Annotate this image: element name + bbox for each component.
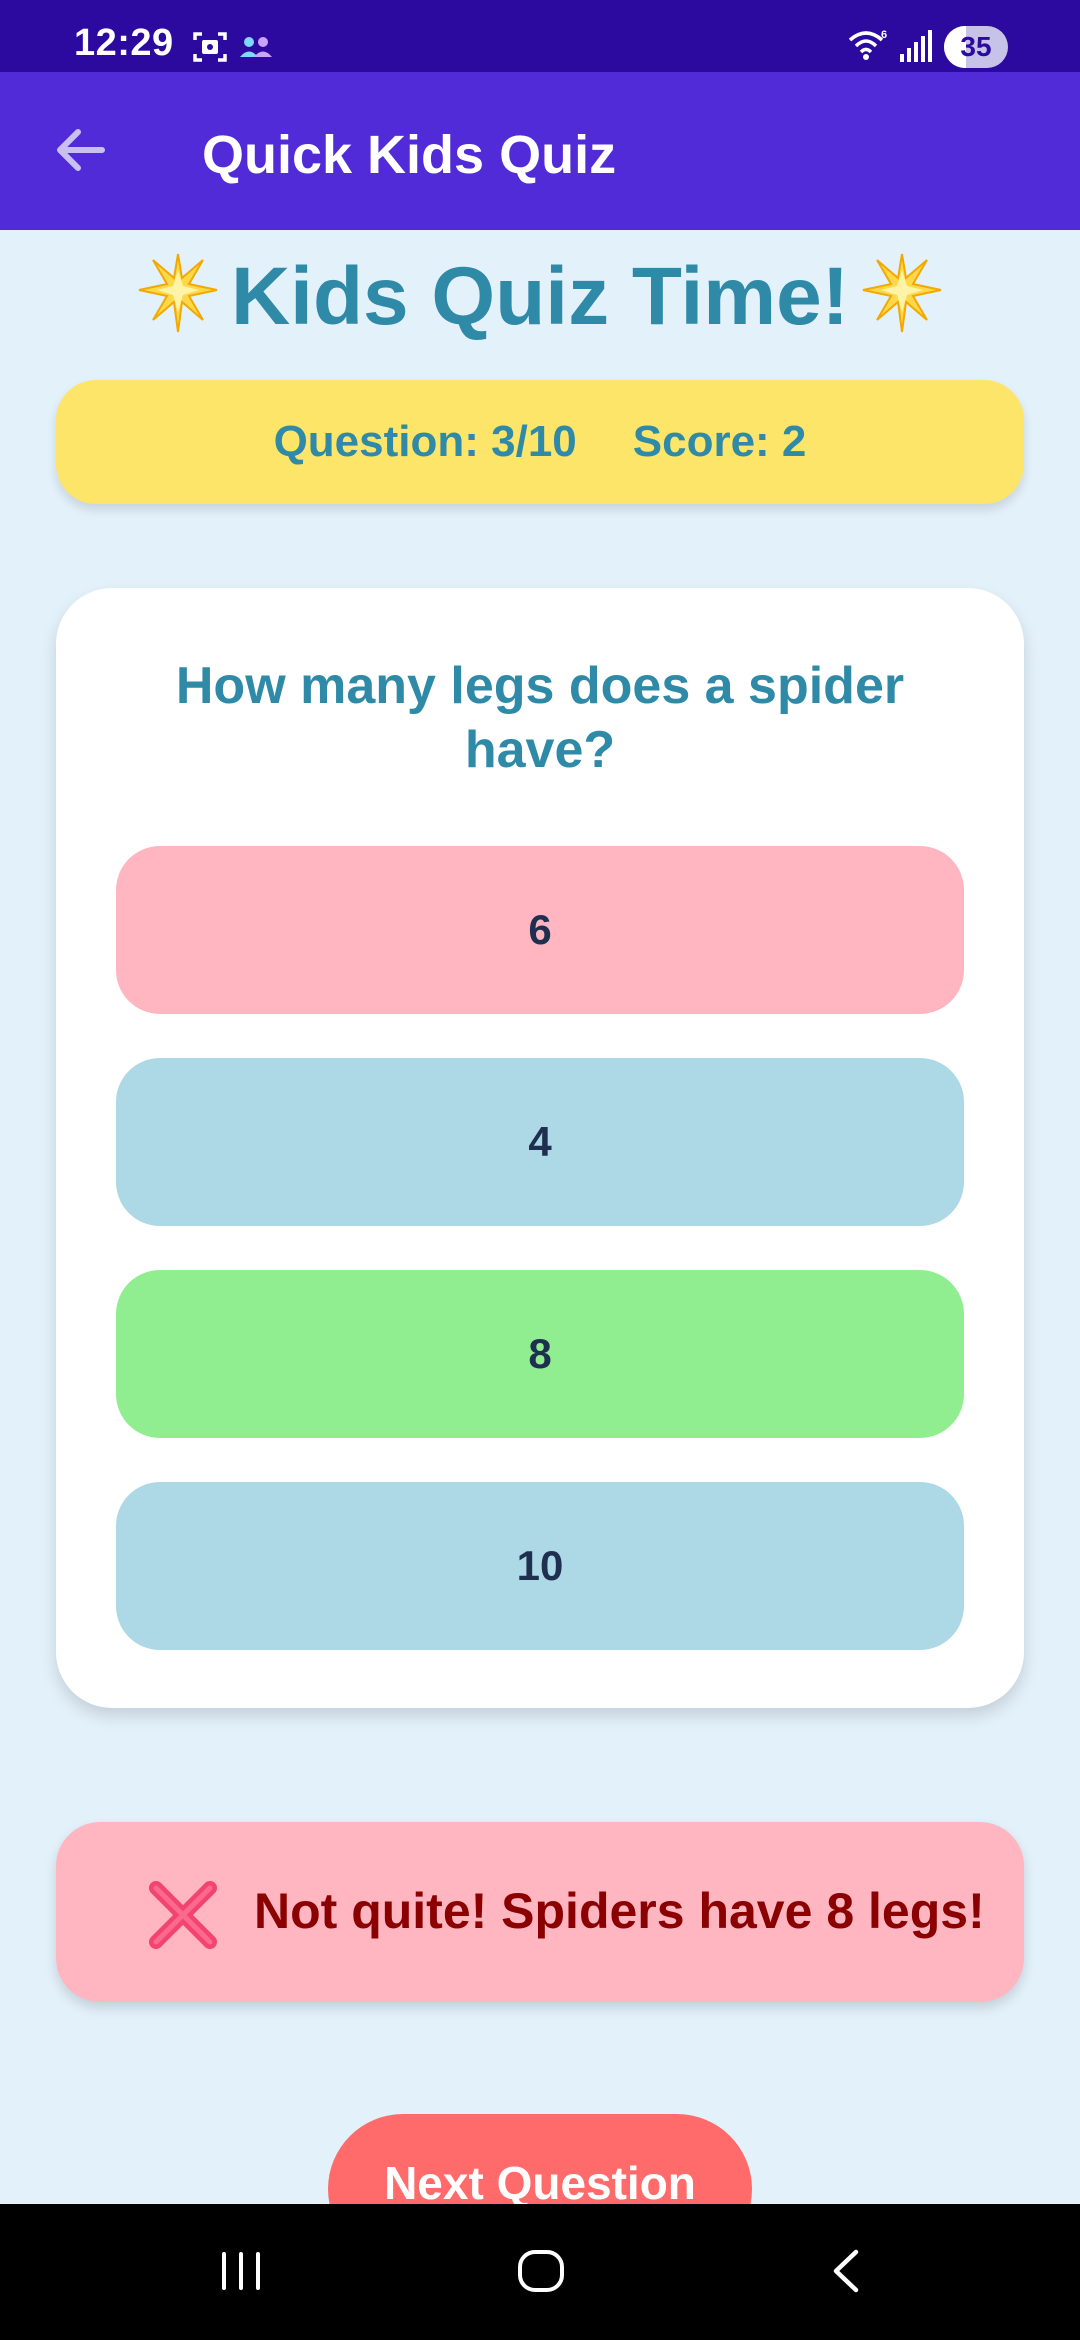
- score-counter: Score: 2: [632, 417, 807, 466]
- back-icon[interactable]: [822, 2246, 872, 2296]
- app-bar: Quick Kids Quiz: [0, 72, 1080, 230]
- glowing-star-icon: [138, 254, 218, 333]
- svg-text:6: 6: [881, 29, 887, 41]
- score-banner: Question: 3/10 Score: 2: [56, 380, 1024, 504]
- answer-button[interactable]: 6: [116, 846, 964, 1014]
- cross-mark-icon: [149, 1881, 217, 1949]
- navigation-bar: [0, 2204, 1080, 2340]
- battery-level: 35: [960, 31, 992, 62]
- arrow-left-icon[interactable]: [40, 110, 120, 190]
- status-bar: 12:29 6 35: [0, 0, 1080, 72]
- home-icon[interactable]: [516, 2246, 566, 2296]
- quiz-heading: Kids Quiz Time!: [0, 250, 1080, 344]
- status-time: 12:29: [74, 22, 174, 64]
- answer-button[interactable]: 10: [116, 1482, 964, 1650]
- feedback-message: Not quite! Spiders have 8 legs!: [56, 1822, 1024, 2002]
- answer-button[interactable]: 8: [116, 1270, 964, 1438]
- question-text: How many legs does a spider have?: [175, 657, 905, 779]
- wifi-icon: 6: [848, 29, 887, 60]
- question-card: How many legs does a spider have? 6 4 8 …: [56, 588, 1024, 1708]
- photo-capture-icon: [193, 32, 227, 62]
- feedback-text: Not quite! Spiders have 8 legs!: [254, 1883, 985, 1939]
- signal-icon: [900, 30, 932, 62]
- battery-icon: 35: [944, 26, 1008, 68]
- app-title: Quick Kids Quiz: [202, 125, 617, 185]
- quiz-heading-text: Kids Quiz Time!: [230, 251, 850, 342]
- glowing-star-icon: [862, 254, 942, 333]
- answer-button[interactable]: 4: [116, 1058, 964, 1226]
- quiz-screen: 12:29 6 35 Quick Kids Quiz Kids Quiz Tim…: [0, 0, 1080, 2340]
- recent-apps-icon[interactable]: [216, 2246, 266, 2296]
- question-counter: Question: 3/10: [273, 417, 577, 466]
- people-icon: [240, 37, 272, 57]
